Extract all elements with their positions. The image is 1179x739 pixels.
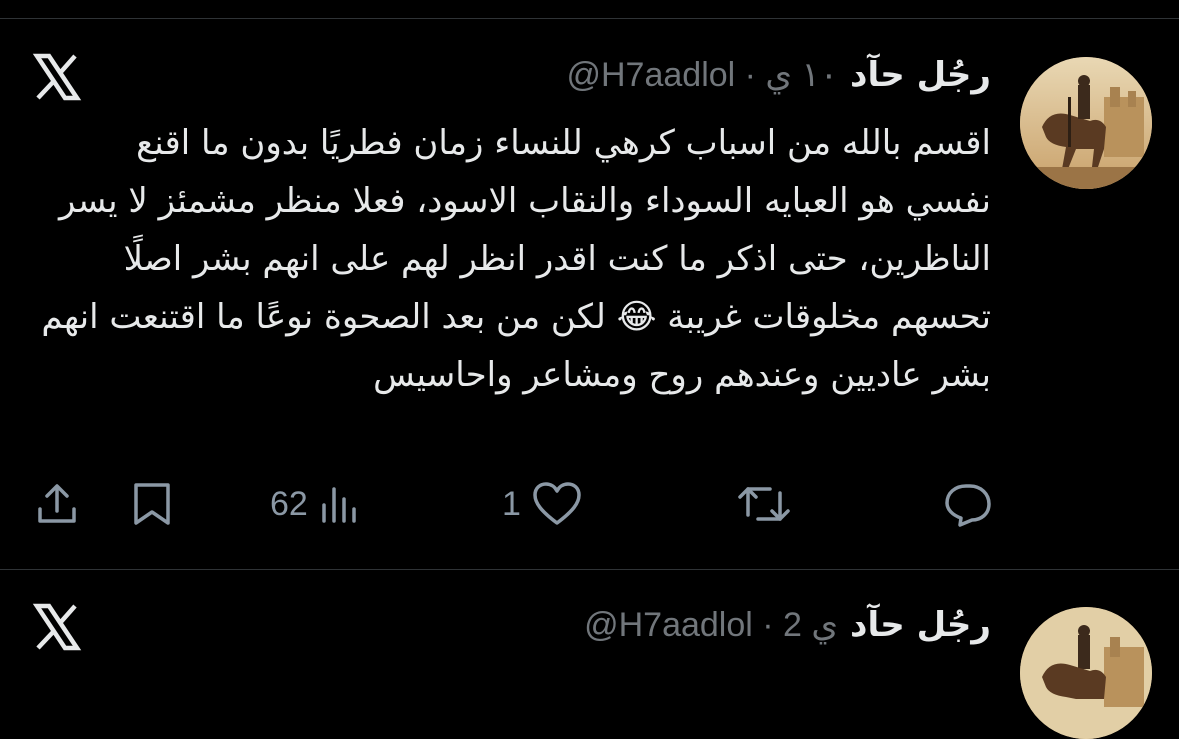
avatar[interactable] bbox=[1020, 57, 1152, 189]
tweet-actions: 62 1 bbox=[0, 478, 1179, 530]
bookmark-button[interactable] bbox=[128, 478, 176, 530]
retweet-button[interactable] bbox=[736, 478, 792, 530]
like-button[interactable]: 1 bbox=[502, 478, 583, 530]
likes-count: 1 bbox=[502, 484, 521, 523]
x-logo-icon[interactable] bbox=[32, 602, 82, 652]
reply-icon bbox=[945, 484, 991, 527]
x-logo-icon[interactable] bbox=[32, 52, 82, 102]
views-count: 62 bbox=[270, 484, 308, 523]
share-button[interactable] bbox=[32, 478, 82, 530]
tweet-header: رجُل حآد @H7aadlol · ١٠ ي bbox=[566, 52, 991, 98]
tweet[interactable]: رجُل حآد @H7aadlol · 2 ي bbox=[0, 550, 1179, 739]
tweet[interactable]: رجُل حآد @H7aadlol · ١٠ ي اقسم بالله من … bbox=[0, 0, 1179, 570]
tweet-header: رجُل حآد @H7aadlol · 2 ي bbox=[584, 602, 991, 648]
bookmark-icon bbox=[134, 483, 170, 525]
tweet-text: اقسم بالله من اسباب كرهي للنساء زمان فطر… bbox=[41, 123, 991, 395]
retweet-icon bbox=[738, 487, 790, 521]
reply-button[interactable] bbox=[942, 478, 994, 530]
avatar[interactable] bbox=[1020, 607, 1152, 739]
views-chart-icon bbox=[322, 487, 356, 523]
handle-and-time[interactable]: @H7aadlol · ١٠ ي bbox=[566, 55, 838, 95]
views-button[interactable]: 62 bbox=[270, 478, 362, 530]
share-icon bbox=[38, 484, 76, 523]
display-name[interactable]: رجُل حآد bbox=[850, 605, 991, 645]
display-name[interactable]: رجُل حآد bbox=[850, 55, 991, 95]
heart-icon bbox=[533, 482, 581, 525]
handle-and-time[interactable]: @H7aadlol · 2 ي bbox=[584, 605, 838, 645]
